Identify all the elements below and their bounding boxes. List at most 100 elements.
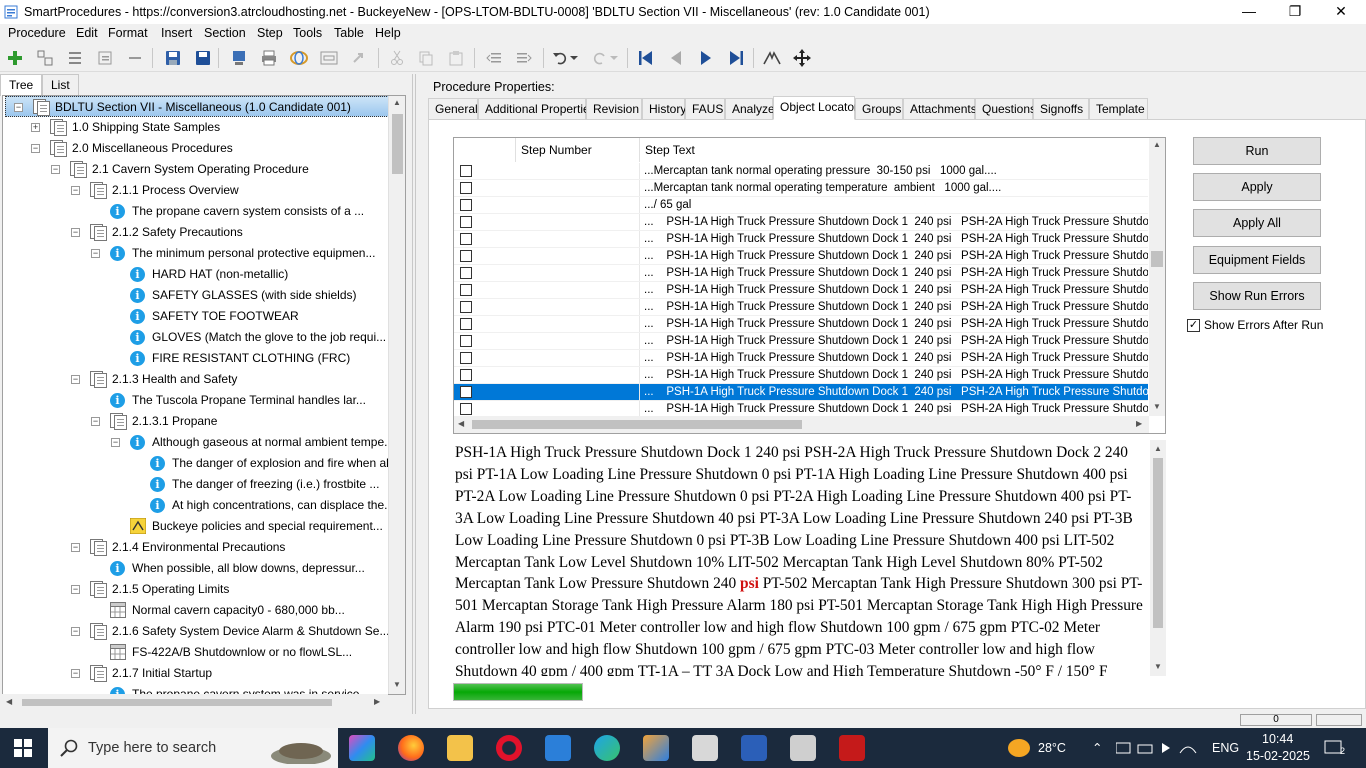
opera-icon[interactable]	[496, 735, 522, 761]
cut-icon[interactable]	[387, 48, 407, 68]
redo-icon[interactable]	[590, 48, 610, 68]
collapse-icon[interactable]: −	[71, 627, 80, 636]
tree-node[interactable]: i GLOVES (Match the glove to the job requ…	[3, 327, 389, 348]
scroll-left-arrow-icon[interactable]: ◀	[458, 419, 464, 428]
tree-node[interactable]: Normal cavern capacity0 - 680,000 bb...	[3, 600, 389, 621]
tab-general[interactable]: General	[428, 98, 478, 120]
grid-row[interactable]: ... PSH-1A High Truck Pressure Shutdown …	[454, 299, 1148, 316]
checkbox-check-icon[interactable]: ✓	[1187, 319, 1200, 332]
grid-vertical-scrollbar[interactable]: ▲ ▼	[1149, 138, 1165, 416]
add-icon[interactable]	[5, 48, 25, 68]
tab-groups[interactable]: Groups	[855, 98, 903, 120]
tab-list[interactable]: List	[42, 74, 79, 96]
collapse-icon[interactable]: −	[71, 585, 80, 594]
scroll-thumb[interactable]	[22, 699, 332, 706]
collapse-icon[interactable]: −	[71, 543, 80, 552]
scroll-down-arrow-icon[interactable]: ▼	[1153, 402, 1161, 411]
row-checkbox[interactable]	[460, 233, 472, 245]
tree-node[interactable]: − 2.1.4 Environmental Precautions	[3, 537, 389, 558]
list-icon[interactable]	[65, 48, 85, 68]
grid-header-step-number[interactable]: Step Number	[516, 138, 640, 162]
app-icon[interactable]	[692, 735, 718, 761]
step-text-viewer[interactable]: PSH-1A High Truck Pressure Shutdown Dock…	[453, 440, 1166, 676]
row-checkbox[interactable]	[460, 386, 472, 398]
paste-icon[interactable]	[446, 48, 466, 68]
grid-row[interactable]: ...Mercaptan tank normal operating tempe…	[454, 180, 1148, 197]
scroll-right-arrow-icon[interactable]: ▶	[374, 697, 380, 706]
tab-history[interactable]: History	[642, 98, 686, 120]
grid-row[interactable]: ... PSH-1A High Truck Pressure Shutdown …	[454, 367, 1148, 384]
chevron-down-icon[interactable]	[608, 48, 620, 68]
menu-edit[interactable]: Edit	[76, 26, 98, 40]
row-checkbox[interactable]	[460, 267, 472, 279]
menu-procedure[interactable]: Procedure	[8, 26, 66, 40]
show-run-errors-button[interactable]: Show Run Errors	[1193, 282, 1321, 310]
collapse-icon[interactable]: −	[31, 144, 40, 153]
tree-node[interactable]: − 2.1.3 Health and Safety	[3, 369, 389, 390]
tab-object-locator[interactable]: Object Locator	[773, 96, 858, 120]
tree-node[interactable]: +1.0 Shipping State Samples	[3, 117, 389, 138]
procedure-tree[interactable]: − BDLTU Section VII - Miscellaneous (1.0 …	[2, 95, 406, 695]
tree-node[interactable]: i HARD HAT (non-metallic)	[3, 264, 389, 285]
row-checkbox[interactable]	[460, 403, 472, 415]
tree-node[interactable]: i SAFETY GLASSES (with side shields)	[3, 285, 389, 306]
app-icon[interactable]	[790, 735, 816, 761]
scroll-thumb[interactable]	[1151, 251, 1163, 267]
tree-horizontal-scrollbar[interactable]: ◀ ▶	[2, 694, 388, 711]
grid-row[interactable]: ... PSH-1A High Truck Pressure Shutdown …	[454, 248, 1148, 265]
scroll-up-arrow-icon[interactable]: ▲	[393, 98, 401, 107]
language-indicator[interactable]: ENG	[1212, 741, 1239, 755]
tree-node[interactable]: Buckeye policies and special requirement…	[3, 516, 389, 537]
tab-additional-properties[interactable]: Additional Properties	[478, 98, 596, 120]
indent-right-icon[interactable]	[514, 48, 534, 68]
tree-node[interactable]: FS-422A/B Shutdownlow or no flowLSL...	[3, 642, 389, 663]
collapse-icon[interactable]: −	[71, 228, 80, 237]
edge-icon[interactable]	[594, 735, 620, 761]
grid-header-step-text[interactable]: Step Text	[640, 138, 1150, 162]
scroll-thumb[interactable]	[392, 114, 403, 174]
tree-node[interactable]: i When possible, all blow downs, depressu…	[3, 558, 389, 579]
minimize-button[interactable]: —	[1226, 0, 1272, 24]
menu-tools[interactable]: Tools	[293, 26, 322, 40]
export-icon[interactable]	[229, 48, 249, 68]
smartprocedures-icon[interactable]	[643, 735, 669, 761]
tray-icons[interactable]	[1115, 741, 1200, 758]
chevron-down-icon[interactable]	[568, 48, 580, 68]
last-icon[interactable]	[726, 48, 746, 68]
tree-node[interactable]: i The Tuscola Propane Terminal handles la…	[3, 390, 389, 411]
form-icon[interactable]	[319, 48, 339, 68]
tree-root-node[interactable]: − BDLTU Section VII - Miscellaneous (1.0 …	[5, 96, 391, 117]
grid-row[interactable]: ... PSH-1A High Truck Pressure Shutdown …	[454, 214, 1148, 231]
text-vertical-scrollbar[interactable]: ▲ ▼	[1150, 440, 1166, 676]
outdent-icon[interactable]	[484, 48, 504, 68]
word-icon[interactable]	[741, 735, 767, 761]
grid-row[interactable]: ...Mercaptan tank normal operating press…	[454, 163, 1148, 180]
tree-node[interactable]: i At high concentrations, can displace th…	[3, 495, 394, 516]
tree-node[interactable]: i The danger of freezing (i.e.) frostbite…	[3, 474, 389, 495]
tree-node[interactable]: − 2.1.1 Process Overview	[3, 180, 389, 201]
object-locator-grid[interactable]: Step Number Step Text ...Mercaptan tank …	[453, 137, 1166, 434]
grid-row[interactable]: ... PSH-1A High Truck Pressure Shutdown …	[454, 316, 1148, 333]
menu-table[interactable]: Table	[334, 26, 364, 40]
collapse-icon[interactable]: −	[51, 165, 60, 174]
weather-icon[interactable]	[1008, 739, 1030, 757]
taskbar-search-box[interactable]: Type here to search	[48, 728, 338, 768]
menu-section[interactable]: Section	[204, 26, 246, 40]
grid-row[interactable]: ... PSH-1A High Truck Pressure Shutdown …	[454, 231, 1148, 248]
save-icon[interactable]	[193, 48, 213, 68]
row-checkbox[interactable]	[460, 369, 472, 381]
row-checkbox[interactable]	[460, 216, 472, 228]
grid-row[interactable]: ... PSH-1A High Truck Pressure Shutdown …	[454, 282, 1148, 299]
row-checkbox[interactable]	[460, 318, 472, 330]
collapse-icon[interactable]: −	[14, 103, 23, 112]
tree-node[interactable]: − 2.1 Cavern System Operating Procedure	[3, 159, 389, 180]
tree-node[interactable]: − 2.1.7 Initial Startup	[3, 663, 389, 684]
grid-row[interactable]: ... PSH-1A High Truck Pressure Shutdown …	[454, 333, 1148, 350]
windows-start-icon[interactable]	[14, 739, 32, 760]
tree-node[interactable]: − i Although gaseous at normal ambient tem…	[3, 432, 394, 453]
tree-node[interactable]: i FIRE RESISTANT CLOTHING (FRC)	[3, 348, 389, 369]
menu-step[interactable]: Step	[257, 26, 283, 40]
scroll-down-arrow-icon[interactable]: ▼	[1154, 662, 1162, 671]
add-child-icon[interactable]	[35, 48, 55, 68]
collapse-icon[interactable]: −	[71, 186, 80, 195]
